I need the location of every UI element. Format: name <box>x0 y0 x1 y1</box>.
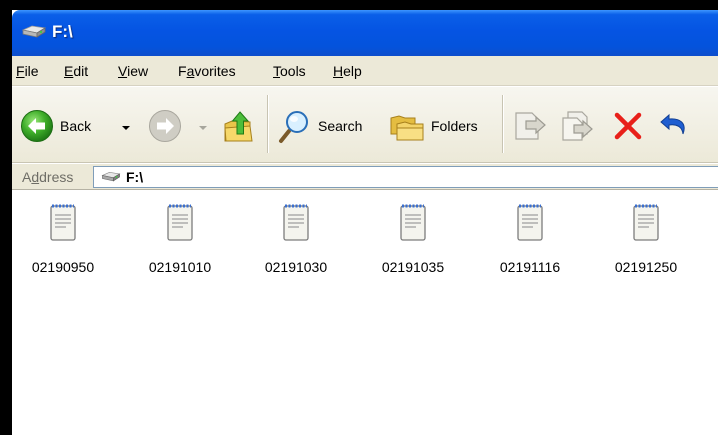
file-name: 02191035 <box>381 259 445 275</box>
text-file-icon <box>283 204 309 241</box>
file-name: 02191030 <box>264 259 328 275</box>
search-icon <box>279 111 308 143</box>
folders-button[interactable]: Folders <box>389 108 478 144</box>
menu-view[interactable]: View <box>118 63 148 79</box>
back-button[interactable]: Back <box>20 109 91 143</box>
standard-toolbar: Back Search Folders <box>12 87 718 163</box>
forward-button[interactable] <box>148 109 182 143</box>
up-folder-icon <box>224 111 253 142</box>
address-label: Address <box>22 169 74 185</box>
screenshot-frame: F:\ File Edit View Favorites Tools Help <box>0 0 718 435</box>
file-item[interactable]: 02191116 <box>475 201 585 275</box>
back-label: Back <box>60 118 92 134</box>
back-icon <box>21 110 53 142</box>
toolbar-separator <box>502 95 503 153</box>
text-file-icon <box>50 204 76 241</box>
text-file-icon <box>400 204 426 241</box>
menu-help[interactable]: Help <box>333 63 362 79</box>
up-button[interactable] <box>222 108 256 144</box>
search-label: Search <box>318 118 363 134</box>
forward-dropdown-arrow[interactable] <box>199 126 207 130</box>
back-dropdown-arrow[interactable] <box>122 126 130 130</box>
window-title: F:\ <box>52 22 73 41</box>
file-name: 02191250 <box>614 259 678 275</box>
file-name: 02191010 <box>148 259 212 275</box>
text-file-icon <box>633 204 659 241</box>
file-item[interactable]: 02190950 <box>8 201 118 275</box>
outer-border-top <box>0 0 718 10</box>
file-name: 02190950 <box>31 259 95 275</box>
toolbar-separator <box>267 95 268 153</box>
menu-favorites[interactable]: Favorites <box>178 63 236 79</box>
menu-tools[interactable]: Tools <box>273 63 306 79</box>
menu-edit[interactable]: Edit <box>64 63 88 79</box>
delete-button[interactable] <box>612 111 644 141</box>
file-name: 02191116 <box>499 259 561 275</box>
text-file-icon <box>167 204 193 241</box>
folders-label: Folders <box>431 118 478 134</box>
address-bar: Address F:\ <box>12 164 718 190</box>
move-to-button[interactable] <box>512 109 548 143</box>
file-item[interactable]: 02191010 <box>125 201 235 275</box>
folders-icon <box>390 115 424 141</box>
address-input[interactable]: F:\ <box>93 166 718 188</box>
copy-to-icon <box>562 111 593 141</box>
title-bar[interactable]: F:\ <box>12 10 718 56</box>
menu-bar: File Edit View Favorites Tools Help <box>12 56 718 86</box>
menu-file[interactable]: File <box>16 63 39 79</box>
undo-icon <box>660 113 685 135</box>
copy-to-button[interactable] <box>560 109 596 143</box>
delete-icon <box>614 112 642 140</box>
file-item[interactable]: 02191030 <box>241 201 351 275</box>
file-item[interactable]: 02191035 <box>358 201 468 275</box>
file-item[interactable]: 02191250 <box>591 201 701 275</box>
address-value: F:\ <box>126 169 144 185</box>
explorer-window: F:\ File Edit View Favorites Tools Help <box>12 10 718 435</box>
drive-icon <box>21 25 47 38</box>
text-file-icon <box>517 204 543 241</box>
undo-button[interactable] <box>658 110 692 140</box>
drive-icon <box>101 172 121 182</box>
move-to-icon <box>515 112 546 140</box>
file-view: 02190950 02191010 02191030 02191035 0219… <box>12 191 718 435</box>
forward-icon <box>149 110 181 142</box>
search-button[interactable]: Search <box>278 108 362 144</box>
